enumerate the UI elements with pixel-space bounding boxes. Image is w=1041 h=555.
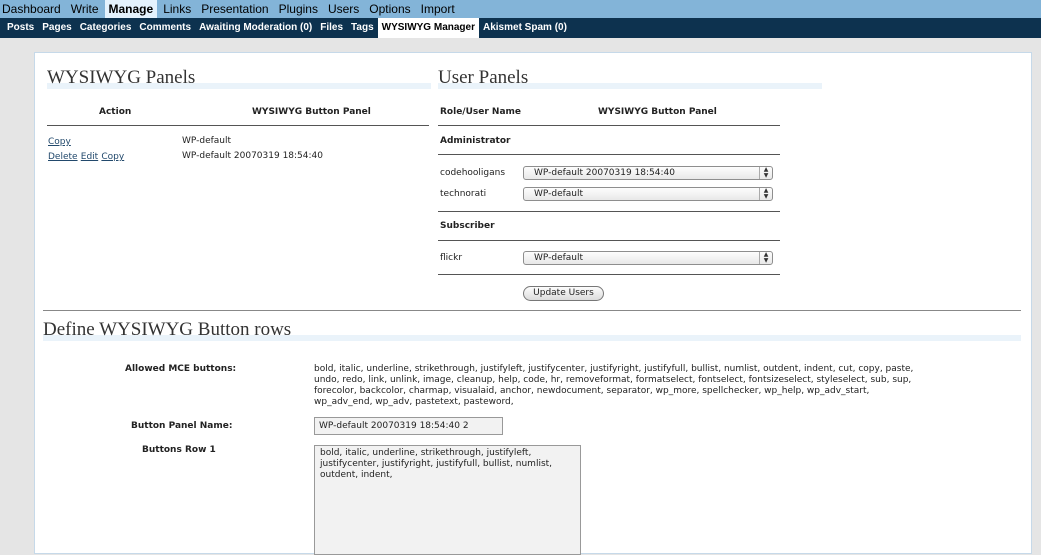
allowed-line: bold, italic, underline, strikethrough, …: [314, 364, 914, 374]
menu-options[interactable]: Options: [364, 0, 415, 18]
wysiwyg-panels-heading: WYSIWYG Panels: [47, 67, 431, 89]
user-name: technorati: [440, 189, 487, 199]
allowed-line: forecolor, backcolor, charmap, visualaid…: [314, 386, 870, 396]
sub-menu: Posts Pages Categories Comments Awaiting…: [0, 18, 1041, 38]
role-divider: [438, 240, 780, 241]
select-arrows-icon: ▲ ▼: [759, 167, 772, 179]
copy-link[interactable]: Copy: [48, 137, 71, 147]
allowed-buttons-label: Allowed MCE buttons:: [125, 364, 237, 374]
col-wysiwyg-panel-header: WYSIWYG Button Panel: [252, 107, 371, 117]
panels-header-divider: [47, 125, 429, 126]
panel-row-2-actions: Delete Edit Copy: [48, 151, 124, 162]
role-administrator: Administrator: [440, 136, 511, 146]
col-user-panel-header: WYSIWYG Button Panel: [598, 107, 717, 117]
panel-select-technorati[interactable]: WP-default ▲ ▼: [523, 187, 773, 201]
panel-row-1-name: WP-default: [182, 136, 232, 146]
panel-select-codehooligans[interactable]: WP-default 20070319 18:54:40 ▲ ▼: [523, 166, 773, 180]
select-arrows-icon: ▲ ▼: [759, 188, 772, 200]
select-value: WP-default: [534, 253, 584, 263]
panel-row-1-actions: Copy: [48, 136, 71, 147]
menu-dashboard[interactable]: Dashboard: [0, 0, 66, 18]
submenu-awaiting-moderation[interactable]: Awaiting Moderation (0): [195, 18, 316, 38]
submenu-files[interactable]: Files: [316, 18, 347, 38]
select-arrows-icon: ▲ ▼: [759, 252, 772, 264]
submenu-pages[interactable]: Pages: [38, 18, 75, 38]
menu-import[interactable]: Import: [416, 0, 460, 18]
users-header-divider: [438, 125, 780, 126]
submenu-wysiwyg-manager[interactable]: WYSIWYG Manager: [377, 18, 479, 38]
submenu-posts[interactable]: Posts: [0, 18, 38, 38]
col-role-user-header: Role/User Name: [440, 107, 522, 117]
role-subscriber: Subscriber: [440, 221, 495, 231]
menu-links[interactable]: Links: [158, 0, 196, 18]
allowed-buttons-list: bold, italic, underline, strikethrough, …: [314, 364, 913, 408]
submenu-comments[interactable]: Comments: [135, 18, 195, 38]
edit-link[interactable]: Edit: [81, 152, 98, 162]
delete-link[interactable]: Delete: [48, 152, 78, 162]
menu-manage-label: Manage: [104, 0, 158, 18]
submenu-akismet-spam[interactable]: Akismet Spam (0): [479, 18, 571, 38]
menu-presentation[interactable]: Presentation: [196, 0, 273, 18]
allowed-line: wp_adv_end, wp_adv, pastetext, pasteword…: [314, 397, 514, 407]
select-value: WP-default: [534, 189, 584, 199]
menu-users[interactable]: Users: [323, 0, 364, 18]
role-divider: [438, 154, 780, 155]
panel-select-flickr[interactable]: WP-default ▲ ▼: [523, 251, 773, 265]
submenu-tags[interactable]: Tags: [347, 18, 378, 38]
update-users-button[interactable]: Update Users: [523, 286, 604, 301]
user-name: codehooligans: [440, 168, 506, 178]
define-rows-heading: Define WYSIWYG Button rows: [43, 319, 1021, 341]
menu-write[interactable]: Write: [66, 0, 104, 18]
select-value: WP-default 20070319 18:54:40: [534, 168, 675, 178]
content-wrap: WYSIWYG Panels Action WYSIWYG Button Pan…: [34, 52, 1032, 555]
submenu-categories[interactable]: Categories: [76, 18, 136, 38]
admin-menu: Dashboard Write Manage Links Presentatio…: [0, 0, 1041, 18]
role-group-divider: [438, 211, 780, 212]
menu-manage[interactable]: Manage: [104, 0, 158, 18]
copy-link[interactable]: Copy: [101, 152, 124, 162]
buttons-row-1-label: Buttons Row 1: [142, 445, 216, 455]
panel-name-input[interactable]: WP-default 20070319 18:54:40 2: [314, 417, 503, 435]
menu-plugins[interactable]: Plugins: [274, 0, 323, 18]
panel-name-label: Button Panel Name:: [131, 421, 233, 431]
user-name: flickr: [440, 253, 463, 263]
panel-row-2-name: WP-default 20070319 18:54:40: [182, 151, 323, 161]
user-panels-heading: User Panels: [438, 67, 822, 89]
buttons-row-1-textarea[interactable]: bold, italic, underline, strikethrough, …: [314, 445, 581, 555]
col-action-header: Action: [99, 107, 132, 117]
users-footer-divider: [438, 274, 780, 275]
allowed-line: undo, redo, link, unlink, image, cleanup…: [314, 375, 912, 385]
section-divider: [43, 310, 1021, 311]
